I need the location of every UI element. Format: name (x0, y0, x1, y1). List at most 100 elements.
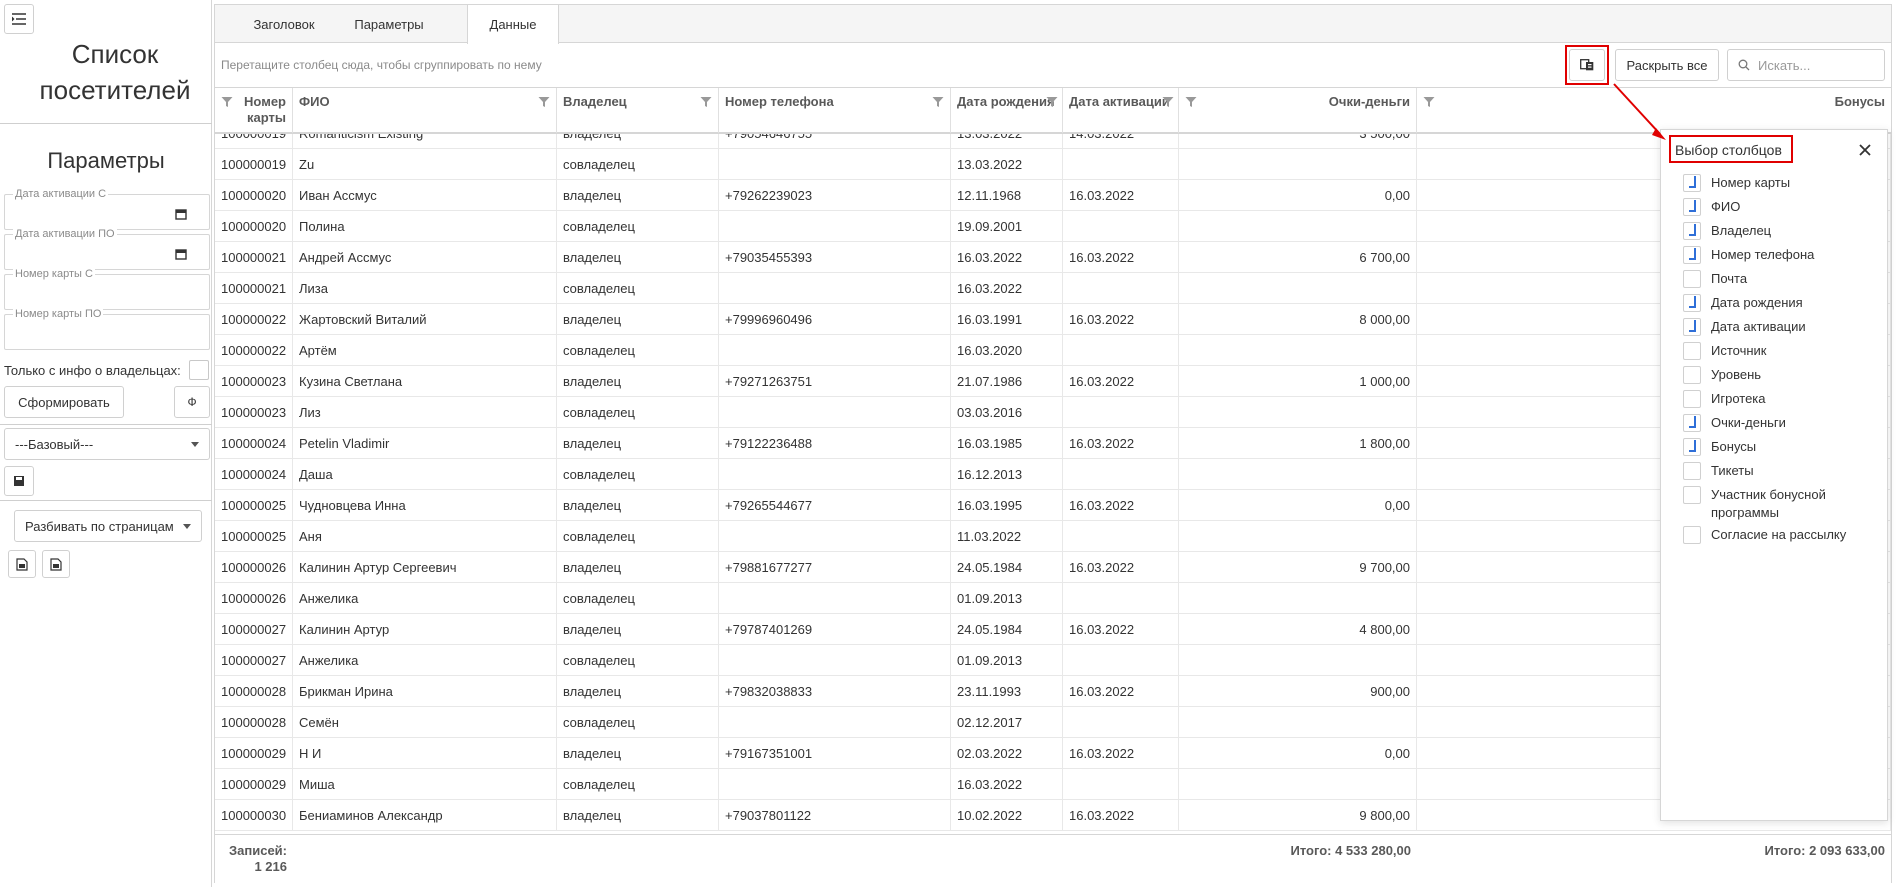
cell-card: 100000023 (215, 397, 293, 428)
column-chooser-item[interactable]: ФИО (1683, 198, 1861, 216)
filter-icon[interactable] (1046, 96, 1058, 108)
tab-data[interactable]: Данные (467, 5, 559, 44)
generate-button[interactable]: Сформировать (4, 386, 124, 418)
close-icon[interactable] (1857, 142, 1873, 158)
table-row[interactable]: 100000026 Калинин Артур Сергеевич владелец… (215, 552, 1891, 583)
preset-select[interactable]: ---Базовый--- (4, 428, 210, 460)
phi-button[interactable]: Ф (174, 386, 210, 418)
column-chooser-label: Бонусы (1711, 439, 1757, 454)
column-checkbox[interactable] (1683, 270, 1701, 288)
table-row[interactable]: 100000026 Анжелика совладелец 01.09.2013 (215, 583, 1891, 614)
card-from-field[interactable]: Номер карты С (4, 268, 210, 310)
calendar-icon[interactable] (175, 248, 187, 260)
filter-icon[interactable] (932, 96, 944, 108)
tab-parameters[interactable]: Параметры (339, 5, 439, 43)
column-header-birth[interactable]: Дата рождения (951, 88, 1063, 133)
column-header-activation[interactable]: Дата активации (1063, 88, 1179, 133)
expand-all-button[interactable]: Раскрыть все (1615, 49, 1719, 81)
column-chooser-item[interactable]: Очки-деньги (1683, 414, 1861, 432)
group-panel-hint[interactable]: Перетащите столбец сюда, чтобы сгруппиро… (221, 58, 542, 72)
table-row[interactable]: 100000020 Полина совладелец 19.09.2001 (215, 211, 1891, 242)
column-chooser-item[interactable]: Источник (1683, 342, 1861, 360)
table-row[interactable]: 100000027 Анжелика совладелец 01.09.2013 (215, 645, 1891, 676)
table-row[interactable]: 100000023 Кузина Светлана владелец +7927126… (215, 366, 1891, 397)
column-header-phone[interactable]: Номер телефона (719, 88, 951, 133)
cell-owner: совладелец (557, 645, 719, 676)
column-checkbox[interactable] (1683, 366, 1701, 384)
column-chooser-item[interactable]: Согласие на рассылку (1683, 526, 1861, 544)
tab-header[interactable]: Заголовок (239, 5, 329, 43)
filter-icon[interactable] (538, 96, 550, 108)
column-checkbox[interactable] (1683, 414, 1701, 432)
column-chooser-item[interactable]: Участник бонусной программы (1683, 486, 1861, 522)
filter-icon[interactable] (1185, 96, 1197, 108)
table-row[interactable]: 100000028 Брикман Ирина владелец +798320388… (215, 676, 1891, 707)
activation-from-field[interactable]: Дата активации С (4, 188, 210, 230)
table-row[interactable]: 100000025 Аня совладелец 11.03.2022 (215, 521, 1891, 552)
filter-icon[interactable] (221, 96, 233, 108)
table-row[interactable]: 100000029 Н Ивладелец +79167351001 02.03.20… (215, 738, 1891, 769)
column-checkbox[interactable] (1683, 526, 1701, 544)
table-row[interactable]: 100000025 Чудновцева Инна владелец +7926554… (215, 490, 1891, 521)
filter-icon[interactable] (1162, 96, 1174, 108)
column-checkbox[interactable] (1683, 390, 1701, 408)
menu-toggle-button[interactable] (4, 4, 34, 34)
column-chooser-item[interactable]: Владелец (1683, 222, 1861, 240)
table-row[interactable]: 100000021 Лиза совладелец 16.03.2022 (215, 273, 1891, 304)
column-header-fio[interactable]: ФИО (293, 88, 557, 133)
column-chooser-item[interactable]: Дата рождения (1683, 294, 1861, 312)
search-field[interactable] (1727, 49, 1885, 81)
table-row[interactable]: 100000028 Семён совладелец 02.12.2017 (215, 707, 1891, 738)
table-row[interactable]: 100000024 Petelin Vladimir владелец +791222… (215, 428, 1891, 459)
table-row[interactable]: 100000027 Калинин Артур владелец +797874012… (215, 614, 1891, 645)
cell-activation: 14.03.2022 (1063, 134, 1179, 149)
activation-to-field[interactable]: Дата активации ПО (4, 228, 210, 270)
search-input[interactable] (1758, 57, 1878, 73)
column-checkbox[interactable] (1683, 294, 1701, 312)
table-row[interactable]: 100000021 Андрей Ассмус владелец +790354553… (215, 242, 1891, 273)
column-header-label: Дата активации (1069, 94, 1170, 109)
table-row[interactable]: 100000030 Бениаминов Александр владелец +79… (215, 800, 1891, 831)
column-chooser-item[interactable]: Номер телефона (1683, 246, 1861, 264)
filter-icon[interactable] (1423, 96, 1435, 108)
column-checkbox[interactable] (1683, 198, 1701, 216)
column-checkbox[interactable] (1683, 342, 1701, 360)
table-row[interactable]: 100000020 Иван Ассмус владелец +79262239023… (215, 180, 1891, 211)
calendar-icon[interactable] (175, 208, 187, 220)
column-checkbox[interactable] (1683, 462, 1701, 480)
column-chooser-item[interactable]: Тикеты (1683, 462, 1861, 480)
table-row[interactable]: 100000023 Лиз совладелец 03.03.2016 (215, 397, 1891, 428)
column-header-card[interactable]: Номер карты (215, 88, 293, 133)
app-title: Список посетителей (39, 39, 191, 105)
column-chooser-item[interactable]: Уровень (1683, 366, 1861, 384)
card-to-field[interactable]: Номер карты ПО (4, 308, 210, 350)
paging-select[interactable]: Разбивать по страницам (14, 510, 202, 542)
cell-phone (719, 459, 951, 490)
column-checkbox[interactable] (1683, 486, 1701, 504)
column-checkbox[interactable] (1683, 174, 1701, 192)
column-chooser-item[interactable]: Номер карты (1683, 174, 1861, 192)
table-row[interactable]: 100000022 Артём совладелец 16.03.2020 (215, 335, 1891, 366)
column-checkbox[interactable] (1683, 246, 1701, 264)
owners-only-checkbox[interactable] (188, 360, 209, 380)
cell-points: 0,00 (1179, 180, 1417, 211)
export-file-button[interactable] (42, 550, 70, 578)
column-chooser-item[interactable]: Почта (1683, 270, 1861, 288)
cell-points (1179, 397, 1417, 428)
column-header-owner[interactable]: Владелец (557, 88, 719, 133)
save-preset-button[interactable] (4, 466, 34, 496)
column-checkbox[interactable] (1683, 222, 1701, 240)
column-checkbox[interactable] (1683, 438, 1701, 456)
cell-phone: +79271263751 (719, 366, 951, 397)
table-row[interactable]: 100000024 Даша совладелец 16.12.2013 (215, 459, 1891, 490)
cell-points (1179, 707, 1417, 738)
column-chooser-item[interactable]: Бонусы (1683, 438, 1861, 456)
table-row[interactable]: 100000022 Жартовский Виталий владелец +7999… (215, 304, 1891, 335)
filter-icon[interactable] (700, 96, 712, 108)
column-header-points[interactable]: Очки-деньги (1179, 88, 1417, 133)
column-checkbox[interactable] (1683, 318, 1701, 336)
column-chooser-item[interactable]: Дата активации (1683, 318, 1861, 336)
export-excel-button[interactable] (8, 550, 36, 578)
column-chooser-item[interactable]: Игротека (1683, 390, 1861, 408)
table-row[interactable]: 100000029 Миша совладелец 16.03.2022 (215, 769, 1891, 800)
